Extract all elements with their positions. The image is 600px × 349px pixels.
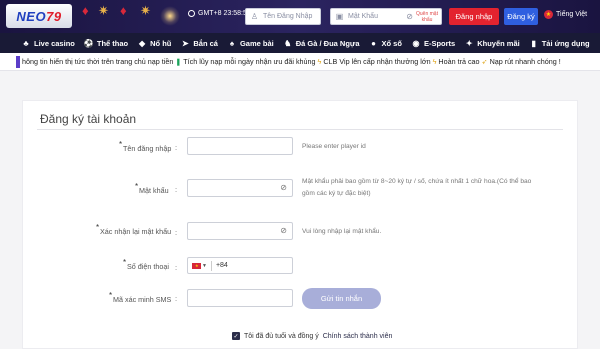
username-hint: Please enter player id bbox=[302, 143, 366, 150]
lock-icon: ▣ bbox=[335, 12, 344, 21]
login-button[interactable]: Đăng nhập bbox=[449, 8, 499, 25]
username-field[interactable] bbox=[187, 137, 293, 155]
logo[interactable]: NEO 79 bbox=[6, 4, 72, 28]
divider bbox=[37, 129, 563, 130]
firework-icon bbox=[160, 6, 180, 26]
announcement-marquee: hông tin hiển thị tức thời trên trang ch… bbox=[0, 53, 600, 71]
nav-item-live-casino[interactable]: ♣ Live casino bbox=[21, 33, 84, 53]
clock: GMT+8 23:58:57 bbox=[188, 10, 251, 17]
register-button[interactable]: Đăng ký bbox=[504, 8, 538, 25]
fish-icon: ➤ bbox=[182, 38, 189, 48]
page-title: Đăng ký tài khoản bbox=[40, 112, 137, 126]
chevron-down-icon[interactable]: ▼ bbox=[202, 263, 207, 269]
confirm-password-hint: Vui lòng nhập lại mật khẩu. bbox=[302, 228, 382, 235]
nav-item-slots[interactable]: ◆ Nổ hũ bbox=[137, 33, 180, 53]
eye-hidden-icon[interactable]: ⊘ bbox=[280, 226, 287, 235]
password-label: * Mật khẩu bbox=[135, 182, 169, 195]
send-sms-button[interactable]: Gửi tin nhắn bbox=[302, 288, 381, 309]
sms-code-field[interactable] bbox=[187, 289, 293, 307]
marquee-text: hông tin hiển thị tức thời trên trang ch… bbox=[21, 57, 561, 66]
eye-hidden-icon[interactable]: ⊘ bbox=[406, 12, 413, 21]
sports-icon: ⚽ bbox=[83, 38, 94, 48]
nav-item-fishing[interactable]: ➤ Bắn cá bbox=[180, 33, 227, 53]
top-header: NEO 79 ♦ ✷ ♦ ✷ GMT+8 23:58:57 ♙ Tên Đăng … bbox=[0, 0, 600, 33]
nav-item-lottery[interactable]: ● Xổ số bbox=[369, 33, 411, 53]
lantern-icon: ♦ bbox=[82, 3, 89, 18]
confirm-password-field[interactable]: ⊘ bbox=[187, 222, 293, 240]
password-hint: Mật khẩu phải bao gồm từ 8~20 ký tự / số… bbox=[302, 178, 532, 197]
cockfight-icon: ♞ bbox=[284, 38, 292, 48]
nav-item-sports[interactable]: ⚽ Thể thao bbox=[84, 33, 137, 53]
main-nav: ♣ Live casino ⚽ Thể thao ◆ Nổ hũ ➤ Bắn cá ♠ G… bbox=[0, 33, 600, 53]
registration-panel: Đăng ký tài khoản * Tên đăng nhập : Pleas… bbox=[22, 100, 578, 349]
lantern-icon: ✷ bbox=[140, 3, 151, 18]
language-selector[interactable]: ★ Tiếng Việt bbox=[544, 10, 587, 19]
nav-item-card-games[interactable]: ♠ Game bài bbox=[227, 33, 283, 53]
lightning-icon: ϟ bbox=[317, 57, 322, 66]
user-icon: ♙ bbox=[250, 12, 259, 21]
sms-label: * Mã xác minh SMS bbox=[109, 291, 172, 304]
lantern-icon: ✷ bbox=[98, 3, 109, 18]
terms-agreement: ✓ Tôi đã đủ tuổi và đồng ý Chính sách th… bbox=[232, 332, 393, 340]
live-casino-icon: ♣ bbox=[23, 38, 29, 48]
cards-icon: ♠ bbox=[229, 38, 235, 48]
terms-checkbox[interactable]: ✓ bbox=[232, 332, 240, 340]
money-icon: ❚ bbox=[175, 57, 182, 66]
nav-item-promotions[interactable]: ✦ Khuyến mãi bbox=[464, 33, 529, 53]
esports-icon: ◉ bbox=[412, 38, 420, 48]
lantern-icon: ♦ bbox=[120, 3, 127, 18]
forgot-password-link[interactable]: Quên mật khẩu bbox=[416, 11, 438, 23]
lottery-icon: ● bbox=[371, 38, 376, 48]
eye-hidden-icon[interactable]: ⊘ bbox=[280, 183, 287, 192]
clock-icon bbox=[188, 10, 195, 17]
phone-label: * Số điện thoại bbox=[123, 258, 169, 271]
password-input[interactable]: ▣ Mật Khẩu ⊘ Quên mật khẩu bbox=[330, 8, 442, 25]
slot-icon: ◆ bbox=[139, 38, 146, 48]
member-policy-link[interactable]: Chính sách thành viên bbox=[323, 333, 393, 340]
confirm-password-label: * Xác nhận lại mật khẩu bbox=[96, 223, 172, 236]
nav-item-download-app[interactable]: ▮ Tải ứng dụng bbox=[529, 33, 599, 53]
promo-icon: ✦ bbox=[465, 38, 473, 48]
country-code: +84 bbox=[215, 262, 228, 269]
phone-field[interactable]: ▼ +84 bbox=[187, 257, 293, 274]
lightning-icon: ϟ bbox=[432, 57, 437, 66]
rocket-icon: ➶ bbox=[481, 57, 488, 66]
download-app-icon: ▮ bbox=[531, 38, 536, 48]
vietnam-flag-icon bbox=[192, 262, 201, 269]
username-input[interactable]: ♙ Tên Đăng Nhập bbox=[245, 8, 321, 25]
username-label: * Tên đăng nhập bbox=[119, 140, 172, 153]
nav-item-esports[interactable]: ◉ E-Sports bbox=[411, 33, 464, 53]
nav-item-cockfight[interactable]: ♞ Đá Gà / Đua Ngựa bbox=[283, 33, 369, 53]
speaker-icon bbox=[16, 55, 20, 68]
vietnam-flag-icon: ★ bbox=[544, 10, 553, 19]
password-field[interactable]: ⊘ bbox=[187, 179, 293, 197]
